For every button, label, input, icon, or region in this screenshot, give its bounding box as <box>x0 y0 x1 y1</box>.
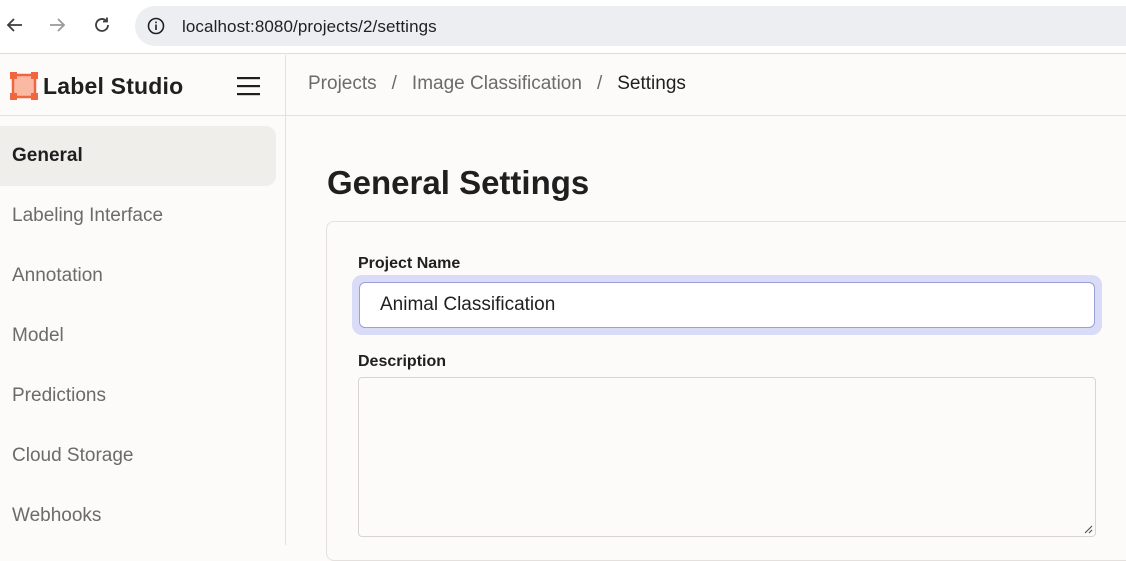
sidebar-item-model[interactable]: Model <box>0 306 276 366</box>
info-icon[interactable] <box>147 17 165 35</box>
sidebar-item-webhooks[interactable]: Webhooks <box>0 486 276 546</box>
settings-sidebar: General Labeling Interface Annotation Mo… <box>0 116 286 545</box>
breadcrumb-separator: / <box>596 73 603 94</box>
back-button[interactable] <box>0 10 30 40</box>
hamburger-icon <box>237 77 260 96</box>
breadcrumb-current: Settings <box>617 73 686 94</box>
header-divider <box>285 55 286 116</box>
resize-handle-icon[interactable] <box>1083 524 1093 534</box>
reload-icon <box>95 17 109 32</box>
description-textarea[interactable] <box>358 377 1096 537</box>
logo[interactable]: Label Studio <box>10 71 183 101</box>
breadcrumb: Projects / Image Classification / Settin… <box>308 73 686 95</box>
breadcrumb-separator: / <box>391 73 397 94</box>
hamburger-menu-button[interactable] <box>236 75 262 97</box>
breadcrumb-projects[interactable]: Projects <box>308 73 377 95</box>
app-header: Label Studio Projects / Image Classifica… <box>0 55 1126 116</box>
sidebar-item-predictions[interactable]: Predictions <box>0 366 276 426</box>
arrow-right-icon <box>50 18 66 32</box>
project-name-label: Project Name <box>358 255 461 272</box>
label-studio-logo-icon <box>10 72 38 100</box>
browser-toolbar: localhost:8080/projects/2/settings <box>0 0 1126 54</box>
main-content: General Settings Project Name Descriptio… <box>286 116 1126 561</box>
reload-button[interactable] <box>87 10 117 40</box>
settings-card: Project Name Description <box>326 221 1126 561</box>
forward-button[interactable] <box>42 10 72 40</box>
breadcrumb-project[interactable]: Image Classification <box>412 73 582 95</box>
description-label: Description <box>358 353 447 370</box>
sidebar-item-cloud-storage[interactable]: Cloud Storage <box>0 426 276 486</box>
sidebar-item-annotation[interactable]: Annotation <box>0 246 276 306</box>
project-name-input[interactable] <box>359 282 1095 328</box>
address-bar[interactable]: localhost:8080/projects/2/settings <box>135 6 1126 46</box>
arrow-left-icon <box>6 18 22 32</box>
url-text[interactable]: localhost:8080/projects/2/settings <box>182 17 437 37</box>
sidebar-item-labeling-interface[interactable]: Labeling Interface <box>0 186 276 246</box>
page-title: General Settings <box>327 164 590 201</box>
logo-text: Label Studio <box>43 72 184 99</box>
sidebar-item-general[interactable]: General <box>0 126 276 186</box>
